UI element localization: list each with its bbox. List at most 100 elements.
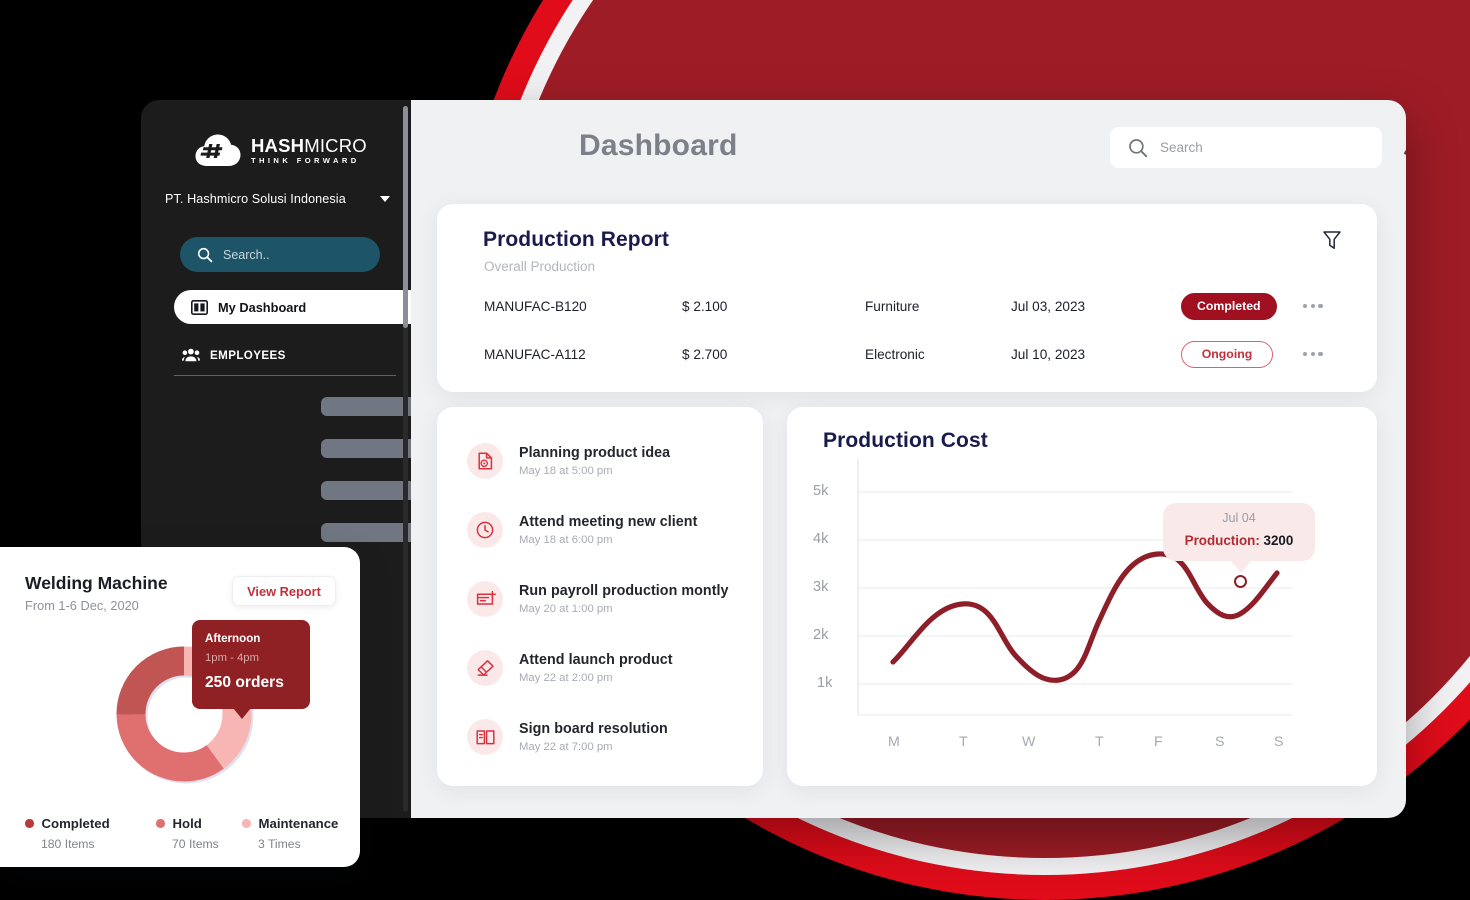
task-title: Attend launch product [519,652,673,668]
list-item[interactable]: Attend meeting new client May 18 at 6:00… [467,504,747,556]
sidebar-skeleton-item [321,397,416,416]
bell-icon [1403,147,1406,155]
legend-item: Hold 70 Items [156,816,242,851]
tooltip-orders: 250 orders [205,674,284,691]
task-time: May 20 at 1:00 pm [519,603,613,615]
chart-tooltip: Jul 04 Production: 3200 [1163,503,1315,561]
welding-legend: Completed 180 Items Hold 70 Items Mainte… [25,816,345,851]
task-title: Planning product idea [519,445,671,461]
card-subtitle: Overall Production [484,259,596,274]
row-category: Furniture [865,298,920,314]
legend-value: 180 Items [41,837,95,851]
x-tick-label: T [959,734,968,750]
sidebar-divider [174,375,396,376]
production-cost-chart: 5k 4k 3k 2k 1k Jul 04 Production: 3200 M… [787,407,1377,786]
x-tick-label: S [1274,734,1284,750]
sidebar-skeleton-item [321,481,416,500]
task-title: Attend meeting new client [519,514,698,530]
company-name: PT. Hashmicro Solusi Indonesia [165,192,346,206]
welding-title: Welding Machine [25,573,168,593]
status-badge[interactable]: Completed [1181,292,1277,320]
sidebar-skeleton-item [321,439,416,458]
file-heart-icon [467,443,503,479]
list-item[interactable]: Planning product idea May 18 at 5:00 pm [467,435,747,487]
tooltip-date: Jul 04 [1222,511,1256,525]
row-code: MANUFAC-A112 [484,346,586,362]
main-content: Dashboard Search Production Report Overa… [411,100,1406,818]
legend-item: Completed 180 Items [25,816,156,851]
list-item[interactable]: Sign board resolution May 22 at 7:00 pm [467,711,747,763]
x-tick-label: F [1154,734,1163,750]
x-tick-label: T [1095,734,1104,750]
x-tick-label: M [888,734,900,750]
logo-tagline: THINK FORWARD [251,155,360,165]
more-options-icon[interactable] [1303,303,1323,309]
sidebar-scrollbar-thumb[interactable] [403,106,408,328]
search-icon [1129,138,1148,157]
row-date: Jul 03, 2023 [1011,298,1086,314]
legend-color-dot [25,819,34,828]
legend-item: Maintenance 3 Times [242,816,338,851]
task-title: Run payroll production montly [519,583,729,599]
global-search-placeholder: Search [1160,140,1203,155]
chart-data-point-marker[interactable] [1234,575,1247,588]
legend-value: 3 Times [258,837,301,851]
task-time: May 18 at 5:00 pm [519,465,613,477]
card-title: Production Report [483,228,670,251]
task-list-card: Planning product idea May 18 at 5:00 pm … [437,407,763,786]
card-plus-icon [467,581,503,617]
list-item[interactable]: Attend launch product May 22 at 2:00 pm [467,642,747,694]
row-category: Electronic [865,346,925,362]
row-price: $ 2.700 [682,346,728,362]
legend-label: Hold [172,816,202,831]
row-date: Jul 10, 2023 [1011,346,1086,362]
welding-subtitle: From 1-6 Dec, 2020 [25,598,139,613]
legend-label: Completed [41,816,110,831]
tooltip-label: Production: [1184,533,1260,548]
more-options-icon[interactable] [1303,351,1323,357]
book-icon [467,719,503,755]
sidebar-item-my-dashboard[interactable]: My Dashboard [174,290,411,324]
table-row[interactable]: MANUFAC-A112 $ 2.700 Electronic Jul 10, … [437,330,1377,378]
chart-plot [857,459,1292,716]
search-icon [197,247,213,262]
view-report-button[interactable]: View Report [232,576,336,606]
legend-value: 70 Items [172,837,219,851]
legend-color-dot [242,819,251,828]
status-badge[interactable]: Ongoing [1181,340,1273,368]
logo-name: HASHMICRO [251,135,367,157]
production-report-card: Production Report Overall Production MAN… [437,204,1377,392]
tooltip-period: Afternoon [205,632,261,645]
legend-color-dot [156,819,165,828]
company-selector[interactable]: PT. Hashmicro Solusi Indonesia [165,192,390,206]
notifications-button[interactable] [1399,133,1406,163]
people-icon [182,348,200,362]
dashboard-icon [191,299,208,315]
row-price: $ 2.100 [682,298,728,314]
row-code: MANUFAC-B120 [484,298,587,314]
x-tick-label: S [1215,734,1225,750]
welding-tooltip: Afternoon 1pm - 4pm 250 orders [192,620,310,709]
list-item[interactable]: Run payroll production montly May 20 at … [467,573,747,625]
sidebar-search-input[interactable]: Search.. [180,237,380,272]
eraser-icon [467,650,503,686]
hashmicro-cloud-logo-icon [195,134,241,166]
chart-tooltip-arrow [1230,560,1252,573]
tooltip-value: 3200 [1263,533,1294,548]
sidebar-section-label: EMPLOYEES [210,348,286,362]
global-search-input[interactable]: Search [1110,127,1382,168]
filter-icon [1323,231,1341,249]
chevron-down-icon [380,196,390,202]
sidebar-section-employees[interactable]: EMPLOYEES [174,344,396,376]
task-time: May 22 at 7:00 pm [519,741,613,753]
sidebar-item-label: My Dashboard [218,299,307,315]
welding-tooltip-arrow [233,708,251,719]
sidebar-search-placeholder: Search.. [223,247,270,262]
legend-label: Maintenance [258,816,339,831]
screenshot-root: HASHMICRO THINK FORWARD PT. Hashmicro So… [0,0,1470,900]
filter-button[interactable] [1319,227,1345,253]
task-title: Sign board resolution [519,721,668,737]
task-time: May 18 at 6:00 pm [519,534,613,546]
app-logo: HASHMICRO THINK FORWARD [195,133,367,169]
table-row[interactable]: MANUFAC-B120 $ 2.100 Furniture Jul 03, 2… [437,282,1377,330]
